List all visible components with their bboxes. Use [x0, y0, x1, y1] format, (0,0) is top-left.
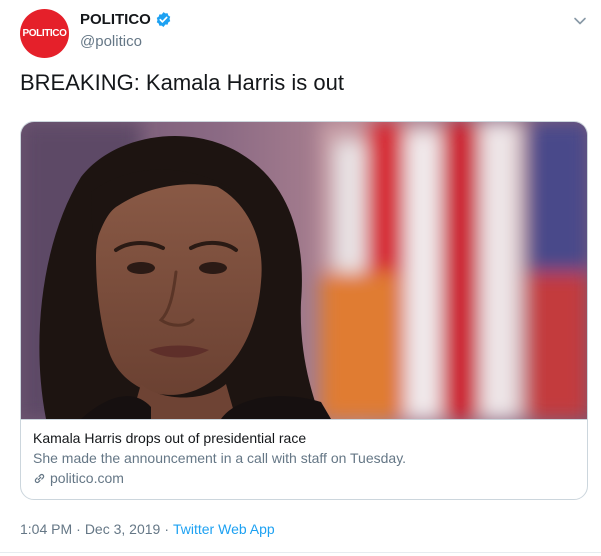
card-domain[interactable]: politico.com [33, 468, 577, 488]
meta-separator: · [164, 521, 169, 537]
verified-badge-icon [156, 12, 171, 27]
chevron-down-icon[interactable] [573, 14, 587, 28]
author-name-row[interactable]: POLITICO [80, 11, 172, 28]
tweet-time[interactable]: 1:04 PM [20, 521, 72, 537]
card-image[interactable] [21, 122, 587, 419]
meta-separator: · [76, 521, 81, 537]
tweet-date[interactable]: Dec 3, 2019 [85, 521, 161, 537]
avatar[interactable]: POLITICO [20, 9, 69, 58]
tweet-text: BREAKING: Kamala Harris is out [20, 70, 344, 95]
author-handle[interactable]: @politico [80, 33, 142, 50]
card-description: She made the announcement in a call with… [33, 450, 407, 466]
card-domain-text[interactable]: politico.com [50, 468, 124, 488]
card-body[interactable]: Kamala Harris drops out of presidential … [21, 419, 587, 499]
link-icon [34, 473, 45, 483]
tweet: POLITICO POLITICO @politico BREAKING: Ka… [0, 0, 601, 556]
tweet-meta: 1:04 PM · Dec 3, 2019 · Twitter Web App [20, 521, 275, 537]
card-title[interactable]: Kamala Harris drops out of presidential … [33, 429, 577, 448]
author-name[interactable]: POLITICO [80, 11, 151, 28]
link-card[interactable]: Kamala Harris drops out of presidential … [20, 121, 588, 500]
avatar-logo-text: POLITICO [22, 28, 67, 39]
divider [0, 552, 601, 553]
tweet-source-link[interactable]: Twitter Web App [173, 521, 275, 537]
